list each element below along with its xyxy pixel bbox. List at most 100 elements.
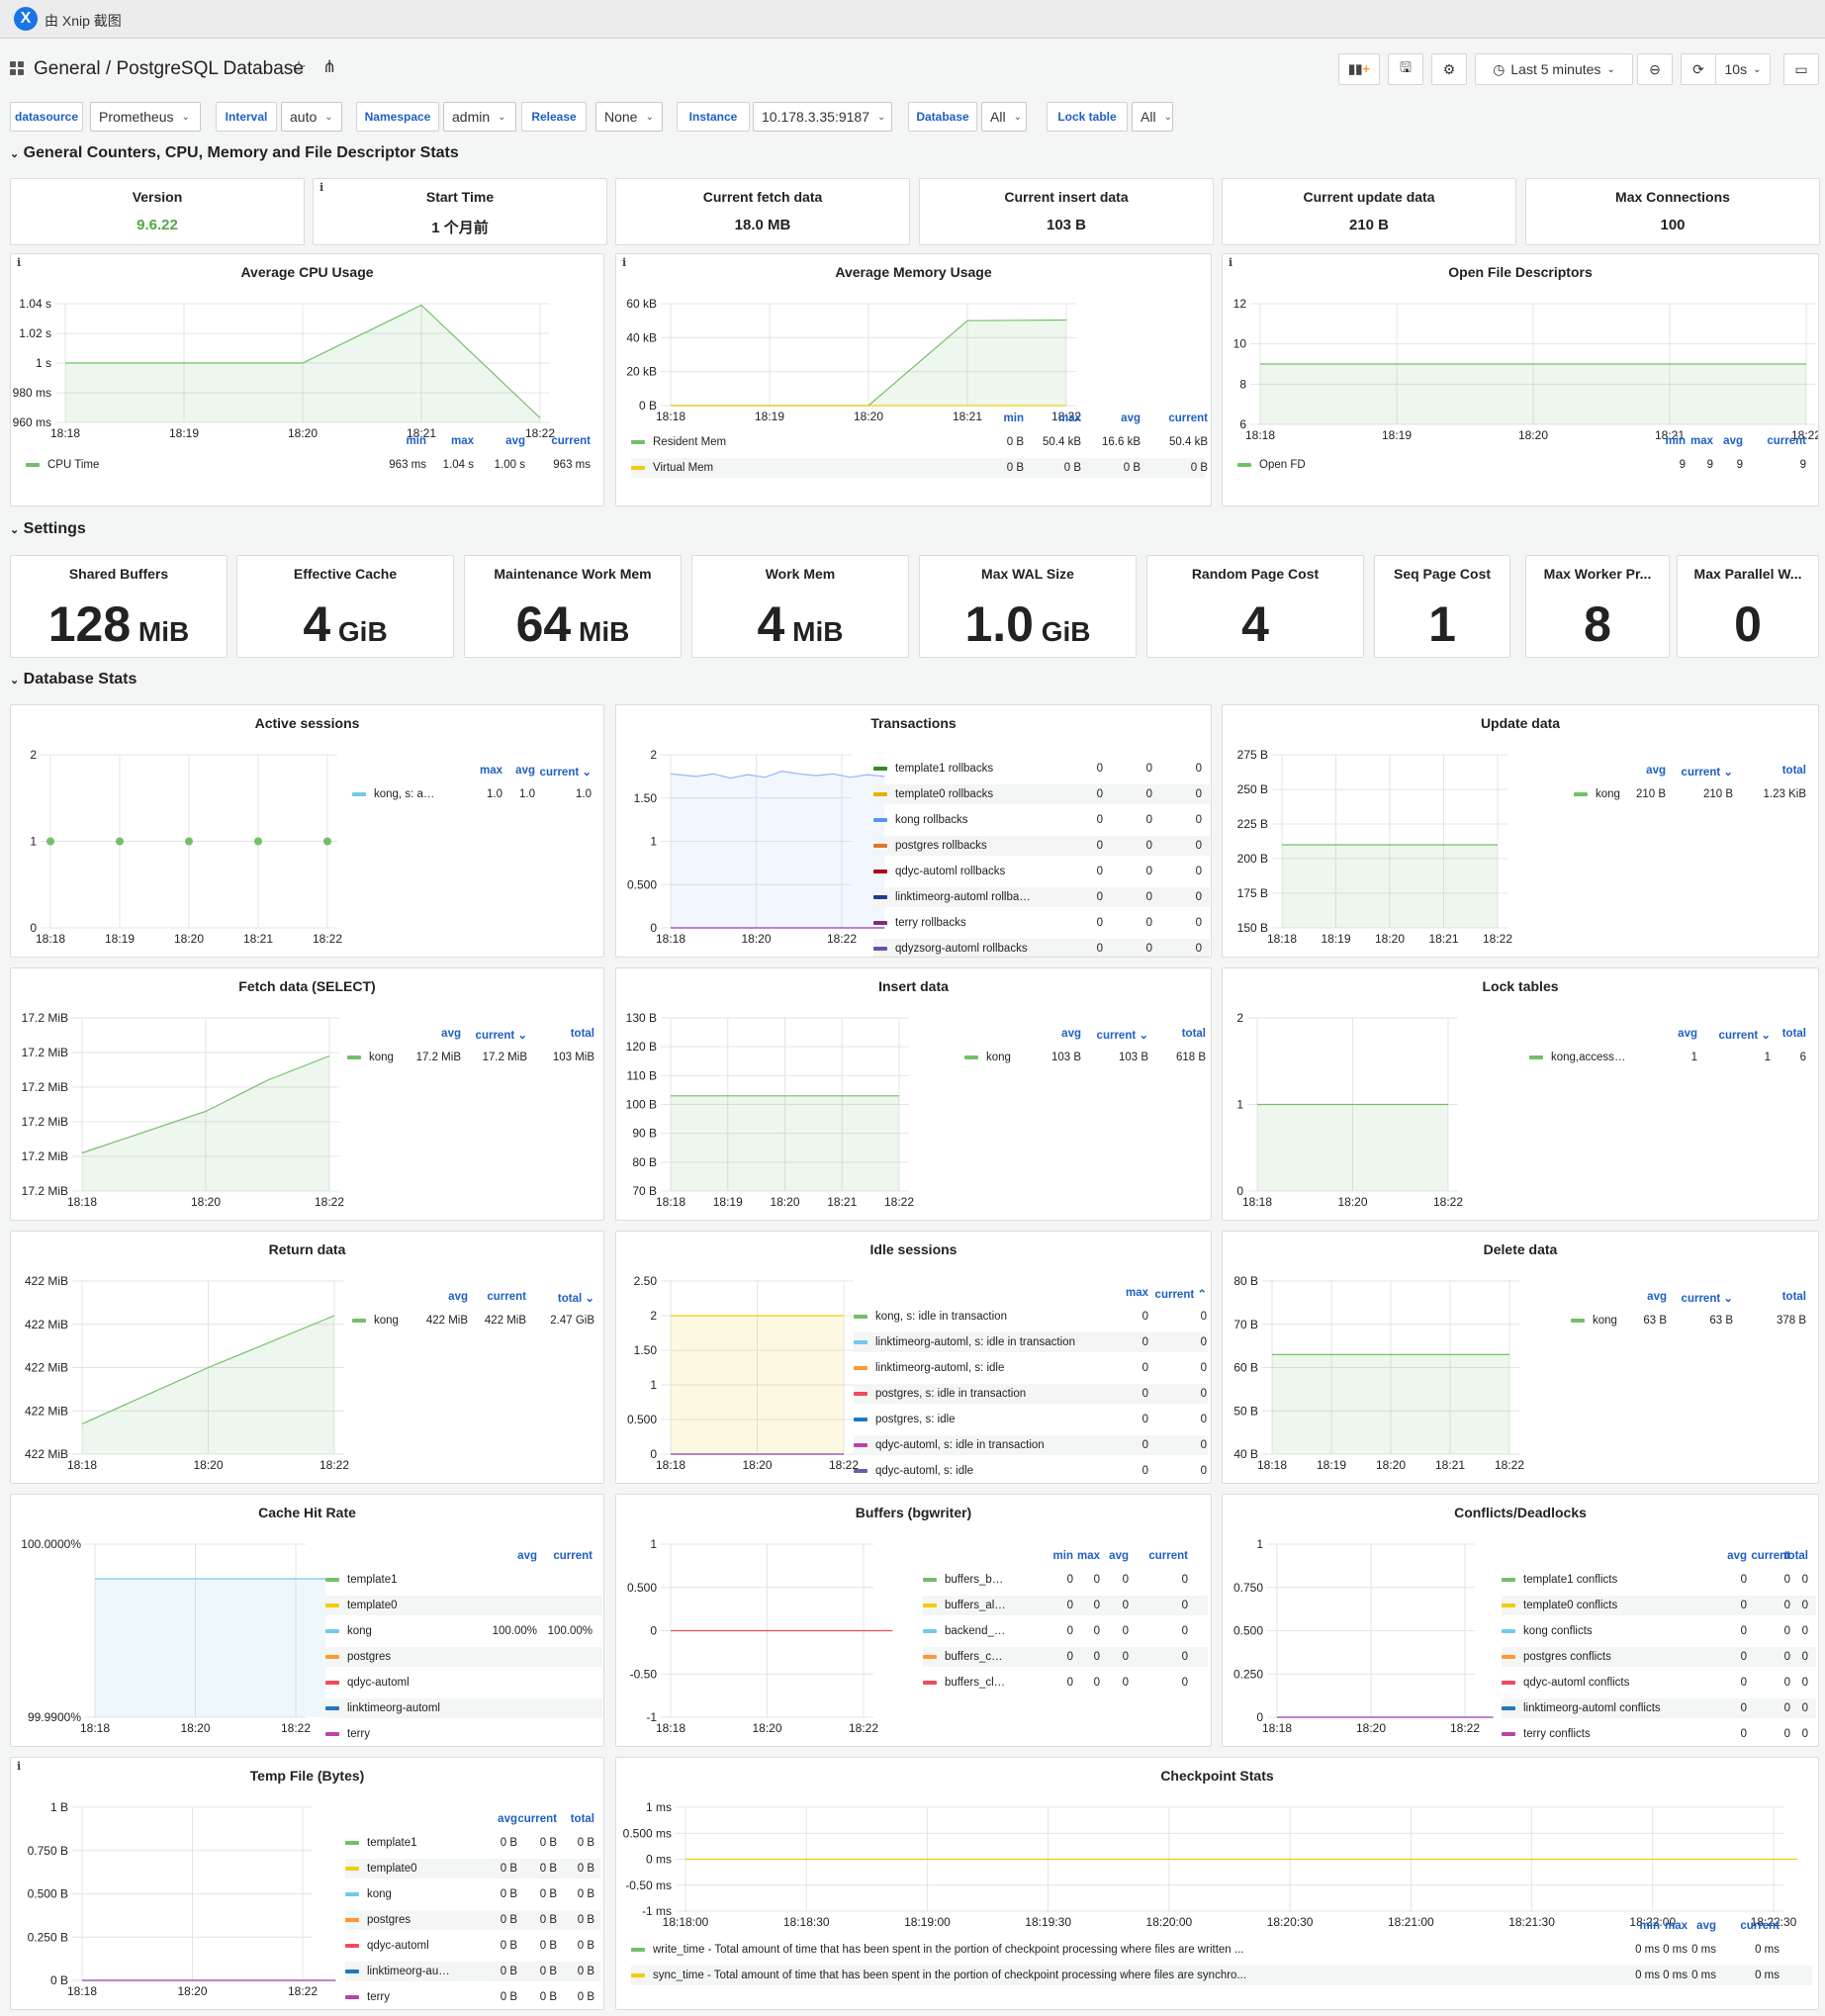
legend-row[interactable]: template1 0 B0 B0 B	[345, 1833, 600, 1853]
legend-row[interactable]: template0 conflicts 0 0 0	[1502, 1596, 1816, 1615]
legend-row[interactable]: write_time - Total amount of time that h…	[631, 1940, 1812, 1960]
legend-header[interactable]: avg	[1091, 412, 1141, 424]
variable-select[interactable]: admin ⌄	[443, 102, 516, 132]
panel-title[interactable]: Max Worker Pr...	[1526, 566, 1669, 582]
legend-row[interactable]: linktimeorg-automl rollbacks 0 0 0	[873, 887, 1210, 907]
refresh-interval-picker[interactable]: 10s ⌄	[1715, 53, 1771, 85]
legend-header[interactable]: total ⌄	[535, 1291, 594, 1305]
variable-select[interactable]: Prometheus ⌄	[90, 102, 201, 132]
legend-header[interactable]: avg	[1667, 1920, 1716, 1932]
variable-select[interactable]: All ⌄	[1132, 102, 1173, 132]
legend-header[interactable]: current ⌄	[468, 1028, 527, 1042]
legend-row[interactable]: postgres conflicts 0 0 0	[1502, 1647, 1816, 1667]
save-dashboard-button[interactable]: 🖫	[1388, 53, 1423, 85]
share-icon[interactable]: ⋔	[322, 57, 336, 77]
legend-row[interactable]: terry 0 B0 B0 B	[345, 1987, 600, 2007]
legend-row[interactable]: postgres, s: idle 0 0	[854, 1410, 1208, 1429]
legend-row[interactable]: qdyc-automl	[325, 1673, 602, 1693]
legend-row[interactable]: postgres rollbacks 0 0 0	[873, 836, 1210, 856]
legend-header[interactable]: min	[377, 435, 426, 447]
panel-title[interactable]: Effective Cache	[237, 566, 453, 582]
legend-row[interactable]: postgres 0 B0 B0 B	[345, 1910, 600, 1930]
legend-header[interactable]: current ⌄	[1089, 1028, 1148, 1042]
legend-row[interactable]: linktimeorg-automl	[325, 1698, 602, 1718]
legend-row[interactable]: qdyc-automl, s: idle in transaction 0 0	[854, 1435, 1208, 1455]
legend-header[interactable]: total	[1747, 1028, 1806, 1040]
legend-row[interactable]: kong, s: idle in transaction 0 0	[854, 1307, 1208, 1327]
panel-title[interactable]: Max Connections	[1526, 189, 1819, 205]
legend-header[interactable]: current ⌃	[1147, 1287, 1207, 1301]
legend-header[interactable]: avg	[1693, 435, 1743, 447]
legend-header[interactable]: max	[424, 435, 474, 447]
panel-title[interactable]: Start Time	[314, 189, 606, 205]
legend-row[interactable]: buffers_alloc 0 0 0 0	[923, 1596, 1208, 1615]
legend-header[interactable]: avg	[1606, 765, 1666, 777]
variable-select[interactable]: All ⌄	[981, 102, 1027, 132]
legend-row[interactable]: qdyc-automl 0 B0 B0 B	[345, 1936, 600, 1956]
legend-header[interactable]: avg	[402, 1028, 461, 1040]
legend-row[interactable]: kong 100.00% 100.00%	[325, 1621, 602, 1641]
legend-header[interactable]: current	[467, 1291, 526, 1303]
legend-row[interactable]: terry	[325, 1724, 602, 1744]
legend-header[interactable]: avg	[476, 435, 525, 447]
legend-header[interactable]: current	[1730, 1920, 1779, 1932]
legend-row[interactable]: template0	[325, 1596, 602, 1615]
legend-row[interactable]: template1 conflicts 0 0 0	[1502, 1570, 1816, 1590]
legend-header[interactable]: min	[974, 412, 1024, 424]
dashboards-grid-icon[interactable]	[10, 61, 24, 75]
panel-title[interactable]: Current insert data	[920, 189, 1213, 205]
add-panel-button[interactable]: ▮▮+	[1338, 53, 1380, 85]
variable-select[interactable]: None ⌄	[595, 102, 663, 132]
legend-row[interactable]: linktimeorg-automl, s: idle in transacti…	[854, 1332, 1208, 1352]
legend-header[interactable]: avg	[1638, 1028, 1697, 1040]
legend-row[interactable]: template0 0 B0 B0 B	[345, 1859, 600, 1879]
legend-row[interactable]: qdyc-automl rollbacks 0 0 0	[873, 862, 1210, 881]
legend-header[interactable]: current	[541, 435, 591, 447]
dashboard-title[interactable]: PostgreSQL Database	[116, 58, 303, 79]
legend-row[interactable]: buffers_clean 0 0 0 0	[923, 1673, 1208, 1693]
legend-header[interactable]: total	[1749, 1550, 1808, 1562]
legend-header[interactable]: total	[1146, 1028, 1206, 1040]
legend-row[interactable]: kong 103 B 103 B 618 B	[964, 1048, 1207, 1067]
panel-title[interactable]: Work Mem	[692, 566, 908, 582]
panel-title[interactable]: Shared Buffers	[11, 566, 227, 582]
legend-row[interactable]: qdyc-automl conflicts 0 0 0	[1502, 1673, 1816, 1693]
legend-row[interactable]: kong conflicts 0 0 0	[1502, 1621, 1816, 1641]
legend-row[interactable]: kong 63 B 63 B 378 B	[1571, 1311, 1813, 1330]
time-picker-button[interactable]: ◷ Last 5 minutes ⌄	[1475, 53, 1633, 85]
breadcrumb-folder[interactable]: General	[34, 58, 101, 79]
legend-row[interactable]: linktimeorg-automl conflicts 0 0 0	[1502, 1698, 1816, 1718]
panel-title[interactable]: Version	[11, 189, 304, 205]
legend-row[interactable]: kong 0 B0 B0 B	[345, 1884, 600, 1904]
variable-select[interactable]: auto ⌄	[281, 102, 342, 132]
panel-title[interactable]: Current fetch data	[616, 189, 909, 205]
legend-row[interactable]: Open FD 9 9 9 9	[1237, 455, 1812, 475]
legend-row[interactable]: template0 rollbacks 0 0 0	[873, 784, 1210, 804]
legend-row[interactable]: linktimeorg-automl0 B0 B0 B	[345, 1962, 600, 1981]
legend-header[interactable]: total	[535, 1813, 594, 1825]
panel-title[interactable]: Current update data	[1223, 189, 1515, 205]
refresh-button[interactable]: ⟳	[1681, 53, 1716, 85]
legend-header[interactable]: avg	[1607, 1291, 1667, 1303]
legend-header[interactable]: current	[1158, 412, 1208, 424]
legend-row[interactable]: linktimeorg-automl, s: idle 0 0	[854, 1358, 1208, 1378]
legend-row[interactable]: kong,accesssharelock116	[1529, 1048, 1816, 1067]
variable-select[interactable]: 10.178.3.35:9187 ⌄	[753, 102, 892, 132]
legend-header[interactable]: current	[1129, 1550, 1188, 1562]
legend-header[interactable]: max	[1089, 1287, 1148, 1299]
legend-row[interactable]: kong 422 MiB 422 MiB 2.47 GiB	[352, 1311, 599, 1330]
legend-header[interactable]: avg	[1022, 1028, 1081, 1040]
zoom-out-button[interactable]: ⊖	[1637, 53, 1673, 85]
legend-row[interactable]: postgres, s: idle in transaction 0 0	[854, 1384, 1208, 1404]
panel-title[interactable]: Max Parallel W...	[1678, 566, 1818, 582]
legend-row[interactable]: sync_time - Total amount of time that ha…	[631, 1966, 1812, 1985]
row-dbstats-title[interactable]: ⌄ Database Stats	[10, 671, 137, 688]
tv-mode-button[interactable]: ▭	[1783, 53, 1819, 85]
legend-row[interactable]: qdyc-automl, s: idle 0 0	[854, 1461, 1208, 1481]
legend-row[interactable]: kong, s: active1.01.01.0	[352, 784, 599, 804]
legend-row[interactable]: terry conflicts 0 0 0	[1502, 1724, 1816, 1744]
legend-header[interactable]: avg	[409, 1291, 468, 1303]
legend-row[interactable]: buffers_checkpoint0000	[923, 1647, 1208, 1667]
panel-title[interactable]: Random Page Cost	[1147, 566, 1363, 582]
legend-header[interactable]: current ⌄	[1674, 765, 1733, 779]
